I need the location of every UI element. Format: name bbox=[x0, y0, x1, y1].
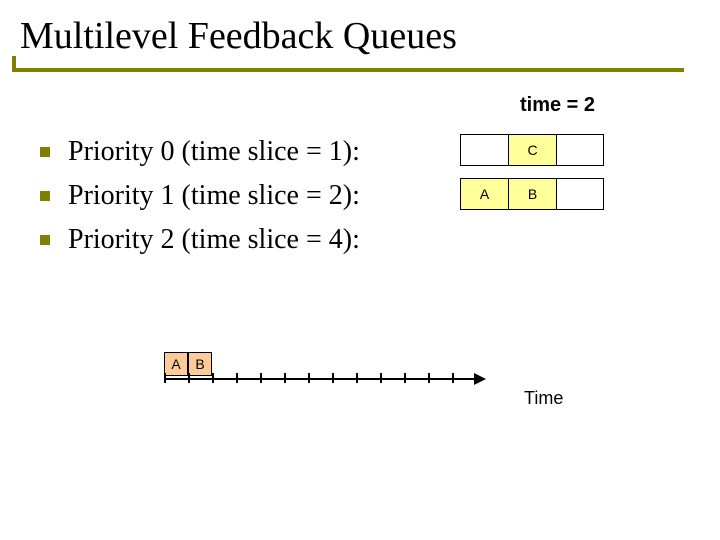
timeline-axis-label: Time bbox=[524, 388, 563, 409]
timeline-tick bbox=[212, 373, 214, 383]
timeline-tick bbox=[260, 373, 262, 383]
queue-cell: B bbox=[508, 178, 556, 210]
title-rule bbox=[12, 68, 684, 72]
bullet-icon bbox=[40, 191, 50, 201]
time-indicator: time = 2 bbox=[520, 94, 595, 117]
timeline-tick bbox=[332, 373, 334, 383]
queue-cell bbox=[556, 178, 604, 210]
timeline-tick bbox=[404, 373, 406, 383]
bullet-text: Priority 1 (time slice = 2): bbox=[68, 180, 360, 212]
timeline-slot: A bbox=[164, 352, 188, 376]
bullet-list: Priority 0 (time slice = 1): Priority 1 … bbox=[40, 130, 460, 262]
slide-title: Multilevel Feedback Queues bbox=[20, 14, 457, 58]
bullet-text: Priority 2 (time slice = 4): bbox=[68, 224, 360, 256]
bullet-icon bbox=[40, 235, 50, 245]
timeline-tick bbox=[236, 373, 238, 383]
bullet-icon bbox=[40, 147, 50, 157]
queue-row-priority-0: C bbox=[460, 134, 604, 166]
arrow-right-icon bbox=[474, 373, 486, 385]
bullet-item: Priority 1 (time slice = 2): bbox=[40, 174, 460, 218]
timeline-tick bbox=[284, 373, 286, 383]
timeline-slot: B bbox=[188, 352, 212, 376]
timeline: A B bbox=[164, 378, 474, 380]
queue-cell: A bbox=[460, 178, 508, 210]
queue-cell bbox=[556, 134, 604, 166]
timeline-tick bbox=[428, 373, 430, 383]
timeline-tick bbox=[380, 373, 382, 383]
timeline-tick bbox=[164, 373, 166, 383]
timeline-tick bbox=[308, 373, 310, 383]
queue-cell bbox=[460, 134, 508, 166]
bullet-text: Priority 0 (time slice = 1): bbox=[68, 136, 360, 168]
queue-row-priority-1: A B bbox=[460, 178, 604, 210]
slide: Multilevel Feedback Queues time = 2 Prio… bbox=[0, 0, 720, 540]
bullet-item: Priority 0 (time slice = 1): bbox=[40, 130, 460, 174]
timeline-tick bbox=[452, 373, 454, 383]
bullet-item: Priority 2 (time slice = 4): bbox=[40, 218, 460, 262]
queue-cell: C bbox=[508, 134, 556, 166]
timeline-tick bbox=[188, 373, 190, 383]
timeline-tick bbox=[356, 373, 358, 383]
